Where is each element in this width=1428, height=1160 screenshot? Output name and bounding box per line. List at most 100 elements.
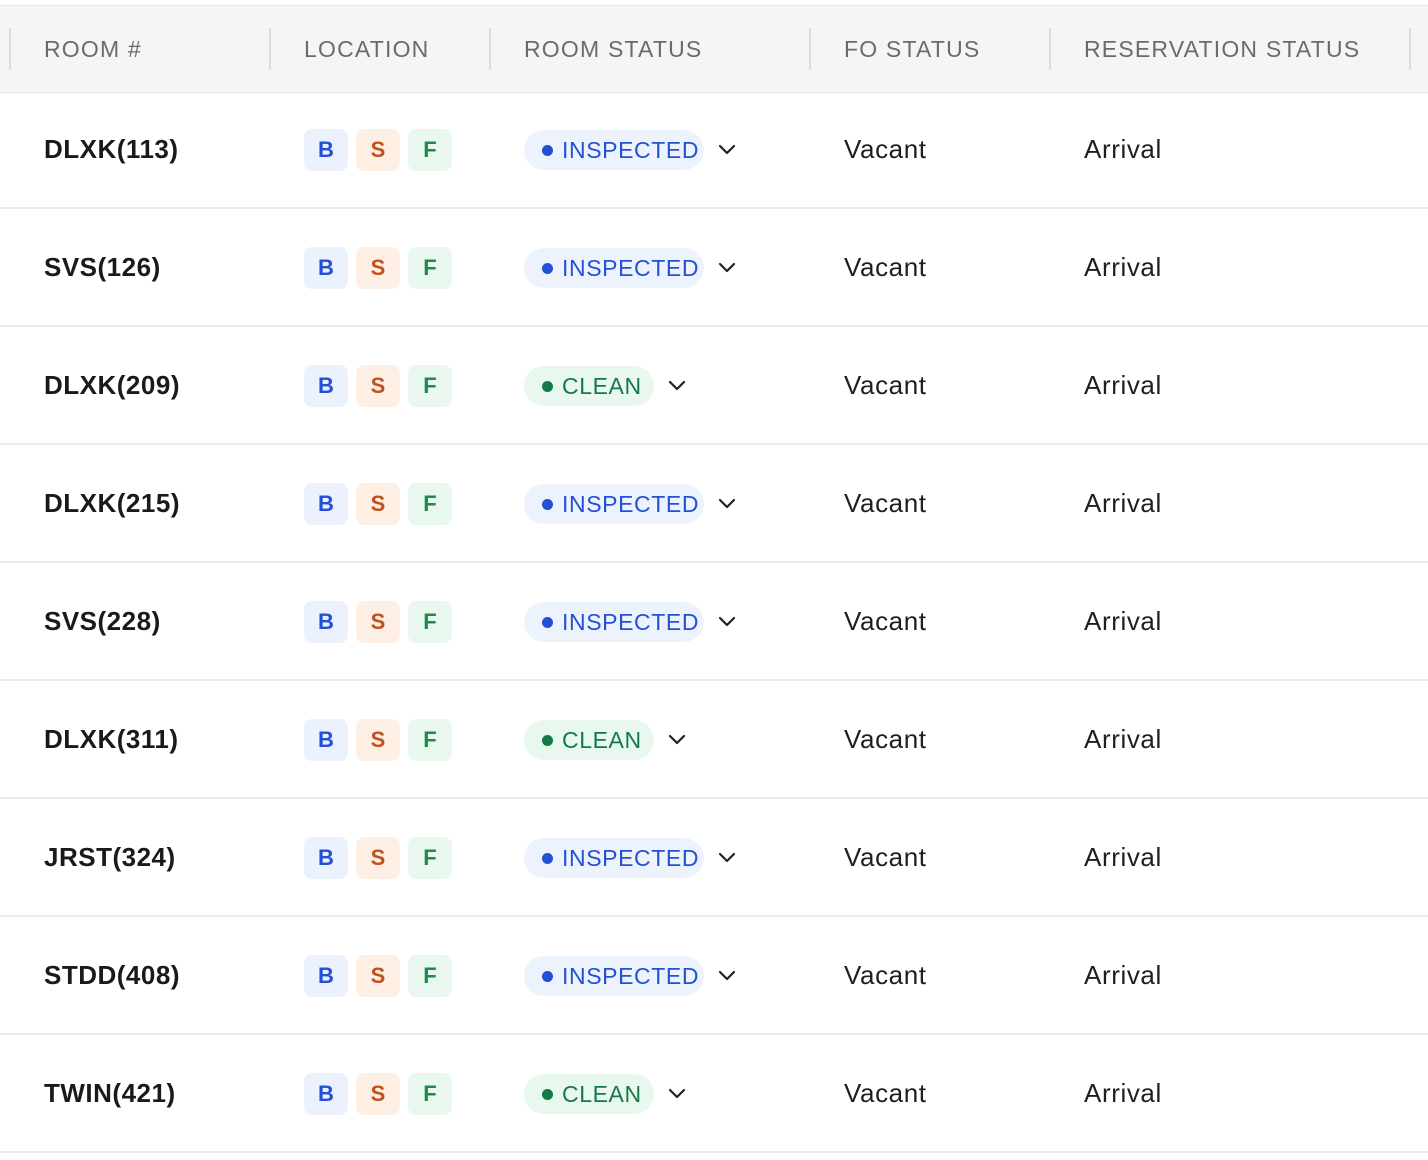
column-divider[interactable] bbox=[489, 28, 491, 70]
reservation-status: Arrival bbox=[1084, 252, 1162, 282]
reservation-status: Arrival bbox=[1084, 842, 1162, 872]
location-badge-b[interactable]: B bbox=[304, 247, 348, 289]
location-badge-b[interactable]: B bbox=[304, 601, 348, 643]
fo-status: Vacant bbox=[844, 1078, 927, 1108]
location-badge-b[interactable]: B bbox=[304, 129, 348, 171]
location-badge-f[interactable]: F bbox=[408, 719, 452, 761]
fo-status: Vacant bbox=[844, 960, 927, 990]
location-badge-f[interactable]: F bbox=[408, 483, 452, 525]
room-number[interactable]: SVS(228) bbox=[44, 564, 161, 679]
table-header: ROOM # LOCATION ROOM STATUS FO STATUS RE… bbox=[0, 5, 1428, 93]
room-status-pill[interactable]: CLEAN bbox=[524, 720, 654, 760]
location-badge-s[interactable]: S bbox=[356, 365, 400, 407]
column-header-location[interactable]: LOCATION bbox=[304, 6, 429, 92]
rooms-table: ROOM # LOCATION ROOM STATUS FO STATUS RE… bbox=[0, 0, 1428, 1160]
fo-status: Vacant bbox=[844, 134, 927, 164]
room-status-label: INSPECTED bbox=[562, 845, 700, 871]
column-divider[interactable] bbox=[1409, 28, 1411, 70]
location-badge-f[interactable]: F bbox=[408, 247, 452, 289]
room-status-label: CLEAN bbox=[562, 727, 642, 753]
column-header-room[interactable]: ROOM # bbox=[44, 6, 142, 92]
table-row[interactable]: SVS(126) B S F INSPECTED Vacant Arrival bbox=[0, 210, 1428, 327]
room-status-label: CLEAN bbox=[562, 1081, 642, 1107]
room-status-pill[interactable]: INSPECTED bbox=[524, 956, 704, 996]
fo-status: Vacant bbox=[844, 252, 927, 282]
chevron-down-icon[interactable] bbox=[716, 138, 738, 160]
status-dot-icon bbox=[542, 381, 553, 392]
chevron-down-icon[interactable] bbox=[716, 256, 738, 278]
location-badge-s[interactable]: S bbox=[356, 129, 400, 171]
room-status-pill[interactable]: CLEAN bbox=[524, 1074, 654, 1114]
location-badge-f[interactable]: F bbox=[408, 601, 452, 643]
fo-status: Vacant bbox=[844, 606, 927, 636]
location-badge-b[interactable]: B bbox=[304, 837, 348, 879]
column-header-reservation-status[interactable]: RESERVATION STATUS bbox=[1084, 6, 1360, 92]
fo-status: Vacant bbox=[844, 724, 927, 754]
fo-status: Vacant bbox=[844, 488, 927, 518]
table-row[interactable]: DLXK(215) B S F INSPECTED Vacant Arrival bbox=[0, 446, 1428, 563]
column-header-fo-status[interactable]: FO STATUS bbox=[844, 6, 980, 92]
location-badge-f[interactable]: F bbox=[408, 1073, 452, 1115]
room-status-label: INSPECTED bbox=[562, 491, 700, 517]
room-status-label: INSPECTED bbox=[562, 609, 700, 635]
room-status-pill[interactable]: INSPECTED bbox=[524, 484, 704, 524]
room-number[interactable]: DLXK(311) bbox=[44, 682, 179, 797]
room-status-pill[interactable]: INSPECTED bbox=[524, 248, 704, 288]
room-status-pill[interactable]: INSPECTED bbox=[524, 130, 704, 170]
table-row[interactable]: DLXK(113) B S F INSPECTED Vacant Arrival bbox=[0, 92, 1428, 209]
status-dot-icon bbox=[542, 263, 553, 274]
column-divider[interactable] bbox=[9, 28, 11, 70]
table-row[interactable]: DLXK(209) B S F CLEAN Vacant Arrival bbox=[0, 328, 1428, 445]
location-badge-s[interactable]: S bbox=[356, 719, 400, 761]
room-number[interactable]: TWIN(421) bbox=[44, 1036, 176, 1151]
location-badge-f[interactable]: F bbox=[408, 365, 452, 407]
column-header-room-status[interactable]: ROOM STATUS bbox=[524, 6, 702, 92]
room-number[interactable]: DLXK(113) bbox=[44, 92, 179, 207]
room-number[interactable]: JRST(324) bbox=[44, 800, 176, 915]
location-badge-b[interactable]: B bbox=[304, 1073, 348, 1115]
room-number[interactable]: SVS(126) bbox=[44, 210, 161, 325]
room-status-label: CLEAN bbox=[562, 373, 642, 399]
chevron-down-icon[interactable] bbox=[666, 374, 688, 396]
location-badge-b[interactable]: B bbox=[304, 365, 348, 407]
location-badge-s[interactable]: S bbox=[356, 1073, 400, 1115]
reservation-status: Arrival bbox=[1084, 488, 1162, 518]
table-row[interactable]: DLXK(311) B S F CLEAN Vacant Arrival bbox=[0, 682, 1428, 799]
column-divider[interactable] bbox=[269, 28, 271, 70]
location-badge-s[interactable]: S bbox=[356, 247, 400, 289]
table-row[interactable]: STDD(408) B S F INSPECTED Vacant Arrival bbox=[0, 918, 1428, 1035]
room-number[interactable]: DLXK(209) bbox=[44, 328, 180, 443]
status-dot-icon bbox=[542, 145, 553, 156]
location-badge-f[interactable]: F bbox=[408, 129, 452, 171]
column-divider[interactable] bbox=[809, 28, 811, 70]
room-status-pill[interactable]: CLEAN bbox=[524, 366, 654, 406]
location-badge-s[interactable]: S bbox=[356, 955, 400, 997]
room-number[interactable]: STDD(408) bbox=[44, 918, 180, 1033]
chevron-down-icon[interactable] bbox=[666, 728, 688, 750]
table-row[interactable]: SVS(228) B S F INSPECTED Vacant Arrival bbox=[0, 564, 1428, 681]
chevron-down-icon[interactable] bbox=[716, 846, 738, 868]
room-status-pill[interactable]: INSPECTED bbox=[524, 838, 704, 878]
chevron-down-icon[interactable] bbox=[716, 964, 738, 986]
location-badge-s[interactable]: S bbox=[356, 601, 400, 643]
status-dot-icon bbox=[542, 499, 553, 510]
room-number[interactable]: DLXK(215) bbox=[44, 446, 180, 561]
location-badge-b[interactable]: B bbox=[304, 719, 348, 761]
location-badge-b[interactable]: B bbox=[304, 483, 348, 525]
chevron-down-icon[interactable] bbox=[716, 492, 738, 514]
table-row[interactable]: JRST(324) B S F INSPECTED Vacant Arrival bbox=[0, 800, 1428, 917]
status-dot-icon bbox=[542, 971, 553, 982]
location-badge-s[interactable]: S bbox=[356, 483, 400, 525]
fo-status: Vacant bbox=[844, 842, 927, 872]
status-dot-icon bbox=[542, 1089, 553, 1100]
table-row[interactable]: TWIN(421) B S F CLEAN Vacant Arrival bbox=[0, 1036, 1428, 1153]
location-badge-f[interactable]: F bbox=[408, 837, 452, 879]
chevron-down-icon[interactable] bbox=[716, 610, 738, 632]
location-badge-s[interactable]: S bbox=[356, 837, 400, 879]
room-status-pill[interactable]: INSPECTED bbox=[524, 602, 704, 642]
column-divider[interactable] bbox=[1049, 28, 1051, 70]
chevron-down-icon[interactable] bbox=[666, 1082, 688, 1104]
location-badge-b[interactable]: B bbox=[304, 955, 348, 997]
room-status-label: INSPECTED bbox=[562, 137, 700, 163]
location-badge-f[interactable]: F bbox=[408, 955, 452, 997]
